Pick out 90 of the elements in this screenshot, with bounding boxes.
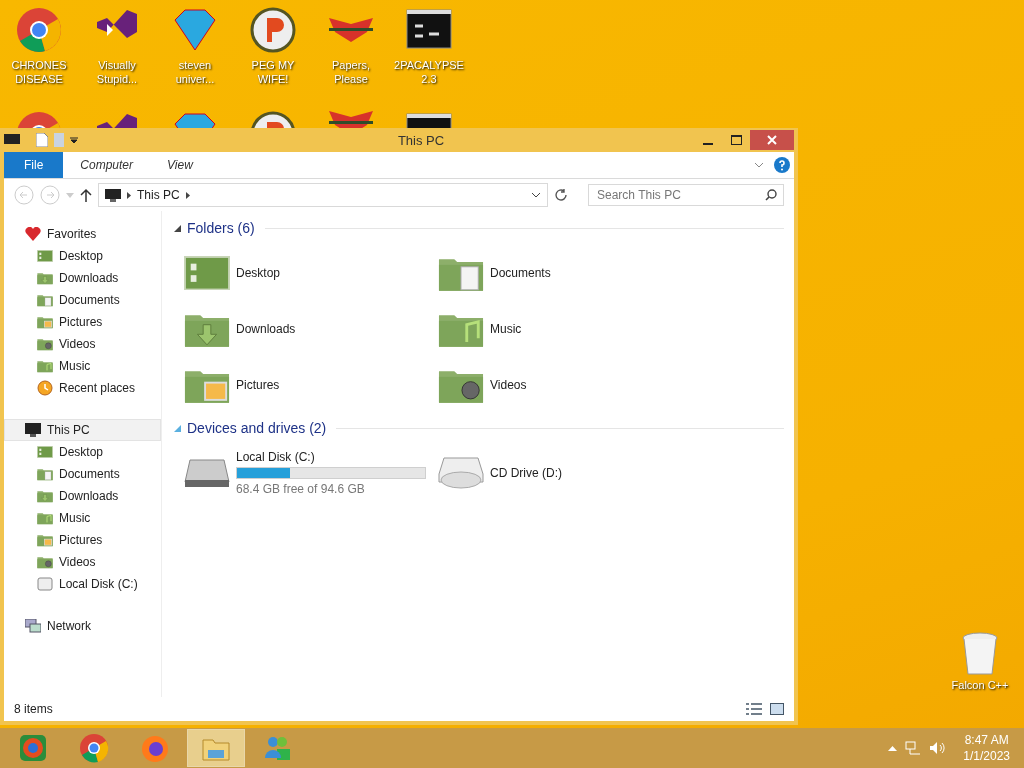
nav-item[interactable]: Desktop xyxy=(4,245,161,267)
section-heading[interactable]: Devices and drives (2) xyxy=(187,420,327,436)
document-icon[interactable] xyxy=(36,133,48,147)
nav-item[interactable]: Documents xyxy=(4,463,161,485)
item-label[interactable]: Music xyxy=(490,322,522,336)
peg-ball-icon xyxy=(249,6,297,54)
back-icon[interactable] xyxy=(14,185,34,205)
monitor-icon xyxy=(105,188,121,202)
clock-icon xyxy=(37,380,53,396)
drive-icon xyxy=(37,577,53,591)
nav-item[interactable]: Desktop xyxy=(4,441,161,463)
ribbon-tab[interactable]: View xyxy=(150,152,210,178)
monitor-icon xyxy=(4,134,20,146)
nav-item[interactable]: Pictures xyxy=(4,311,161,333)
nav-item[interactable]: This PC xyxy=(4,419,161,441)
eagle-emblem-icon xyxy=(327,110,375,128)
terminal-icon xyxy=(405,110,453,128)
chevron-down-icon[interactable] xyxy=(531,192,541,198)
close-button[interactable] xyxy=(750,130,794,150)
desktop-icon xyxy=(184,255,230,291)
documents-folder-icon xyxy=(37,467,53,481)
item-label[interactable]: Documents xyxy=(490,266,551,280)
section-heading[interactable]: Folders (6) xyxy=(187,220,255,236)
maximize-icon xyxy=(730,135,742,145)
documents-folder-icon xyxy=(37,293,53,307)
nav-item[interactable]: Recent places xyxy=(4,377,161,399)
item-label[interactable]: Pictures xyxy=(236,378,280,392)
music-folder-icon xyxy=(37,511,53,525)
nav-item[interactable]: Music xyxy=(4,507,161,529)
search-icon[interactable] xyxy=(765,189,777,201)
nav-item[interactable]: Music xyxy=(4,355,161,377)
clipboard-icon[interactable] xyxy=(54,133,64,147)
video-folder-icon xyxy=(37,337,53,351)
taskbar-button[interactable] xyxy=(187,729,245,767)
item-label[interactable]: Downloads xyxy=(236,322,296,336)
nav-item[interactable]: Favorites xyxy=(4,223,161,245)
dropdown-icon[interactable] xyxy=(70,136,78,144)
pictures-folder-icon xyxy=(37,533,53,547)
cd-drive-icon xyxy=(438,456,484,490)
ball-app-icon xyxy=(17,732,49,764)
item-label[interactable]: CD Drive (D:) xyxy=(490,466,562,480)
breadcrumb-item[interactable]: This PC xyxy=(137,188,180,202)
download-folder-icon xyxy=(37,271,53,285)
music-folder-icon xyxy=(37,359,53,373)
item-label[interactable]: Local Disk (C:) xyxy=(236,450,426,464)
pictures-folder-icon xyxy=(37,315,53,329)
large-icons-view-icon[interactable] xyxy=(770,703,784,715)
refresh-icon[interactable] xyxy=(554,188,568,202)
desktop-icon xyxy=(37,250,53,262)
details-view-icon[interactable] xyxy=(746,703,762,715)
nav-item[interactable]: Downloads xyxy=(4,485,161,507)
caret-icon xyxy=(185,191,190,199)
close-icon xyxy=(767,135,777,145)
nav-item[interactable]: Downloads xyxy=(4,267,161,289)
chrome-logo-icon xyxy=(15,6,63,54)
window-title: This PC xyxy=(396,132,446,148)
item-label[interactable]: Videos xyxy=(490,378,527,392)
clock-time: 8:47 AM xyxy=(964,732,1009,748)
up-arrow-icon[interactable] xyxy=(80,188,92,202)
free-space-text: 68.4 GB free of 94.6 GB xyxy=(236,482,366,496)
nav-item[interactable]: Pictures xyxy=(4,529,161,551)
trash-bin-icon xyxy=(961,632,999,676)
nav-item[interactable]: Videos xyxy=(4,333,161,355)
network-icon xyxy=(25,619,41,633)
address-bar[interactable]: This PC xyxy=(98,183,548,207)
forward-icon[interactable] xyxy=(40,185,60,205)
nav-item[interactable]: Local Disk (C:) xyxy=(4,573,161,595)
heart-icon xyxy=(25,227,41,241)
collapse-arrow-icon[interactable] xyxy=(174,224,181,232)
hard-drive-icon xyxy=(184,458,230,488)
nav-item[interactable]: Videos xyxy=(4,551,161,573)
ribbon-tab[interactable]: File xyxy=(4,152,64,178)
ribbon-tab[interactable]: Computer xyxy=(63,152,151,178)
nav-item[interactable]: Network xyxy=(4,615,161,637)
speaker-icon[interactable] xyxy=(929,741,946,755)
monitor-icon xyxy=(25,423,41,437)
caret-up-icon[interactable] xyxy=(888,745,898,751)
nav-item[interactable]: Documents xyxy=(4,289,161,311)
network-icon[interactable] xyxy=(905,741,922,755)
chrome-logo-icon xyxy=(78,732,110,764)
clock-date: 1/1/2023 xyxy=(963,748,1010,764)
search-box[interactable]: Search This PC xyxy=(588,184,784,206)
download-folder-icon xyxy=(37,489,53,503)
desktop-icon xyxy=(37,446,53,458)
help-icon[interactable] xyxy=(774,157,790,173)
video-folder-icon xyxy=(37,555,53,569)
minimize-icon xyxy=(703,143,713,145)
status-text: 8 items xyxy=(14,702,53,716)
caret-icon xyxy=(127,191,131,199)
item-label[interactable]: Desktop xyxy=(236,266,281,280)
